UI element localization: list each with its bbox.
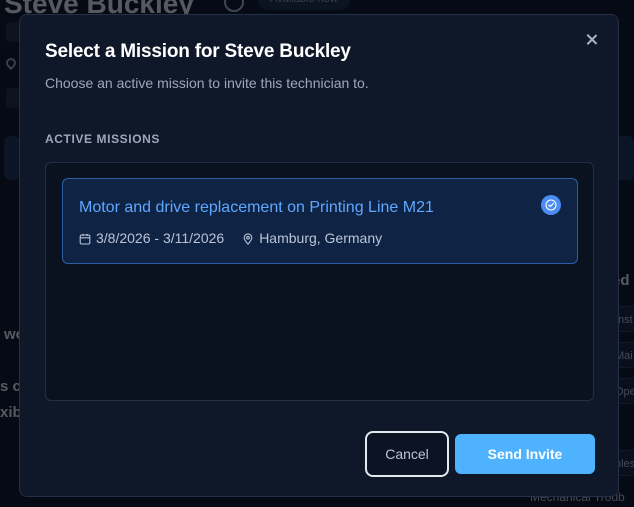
calendar-icon [79,232,91,245]
mission-location: Hamburg, Germany [259,230,383,246]
availability-badge: Available now [258,0,350,10]
dialog-subtitle: Choose an active mission to invite this … [45,75,369,91]
cancel-button[interactable]: Cancel [365,431,449,477]
active-missions-label: ACTIVE MISSIONS [45,132,161,146]
mission-option[interactable]: Motor and drive replacement on Printing … [62,178,578,264]
verified-icon [224,0,244,12]
summary-card [4,136,20,180]
tag-pill [6,88,20,108]
close-icon[interactable] [582,30,602,50]
dialog-title: Select a Mission for Steve Buckley [45,41,351,62]
map-pin-icon [242,232,254,246]
mission-meta: 3/8/2026 - 3/11/2026 Hamburg, Germany [79,230,382,246]
location-icon [3,55,19,71]
info-pill [6,22,20,42]
check-circle-icon [541,195,561,215]
send-invite-button[interactable]: Send Invite [455,434,595,474]
select-mission-dialog: Select a Mission for Steve Buckley Choos… [19,14,619,497]
mission-list: Motor and drive replacement on Printing … [45,162,594,401]
text-fragment: s c [0,378,21,395]
mission-title: Motor and drive replacement on Printing … [79,199,434,216]
mission-dates: 3/8/2026 - 3/11/2026 [96,230,225,246]
